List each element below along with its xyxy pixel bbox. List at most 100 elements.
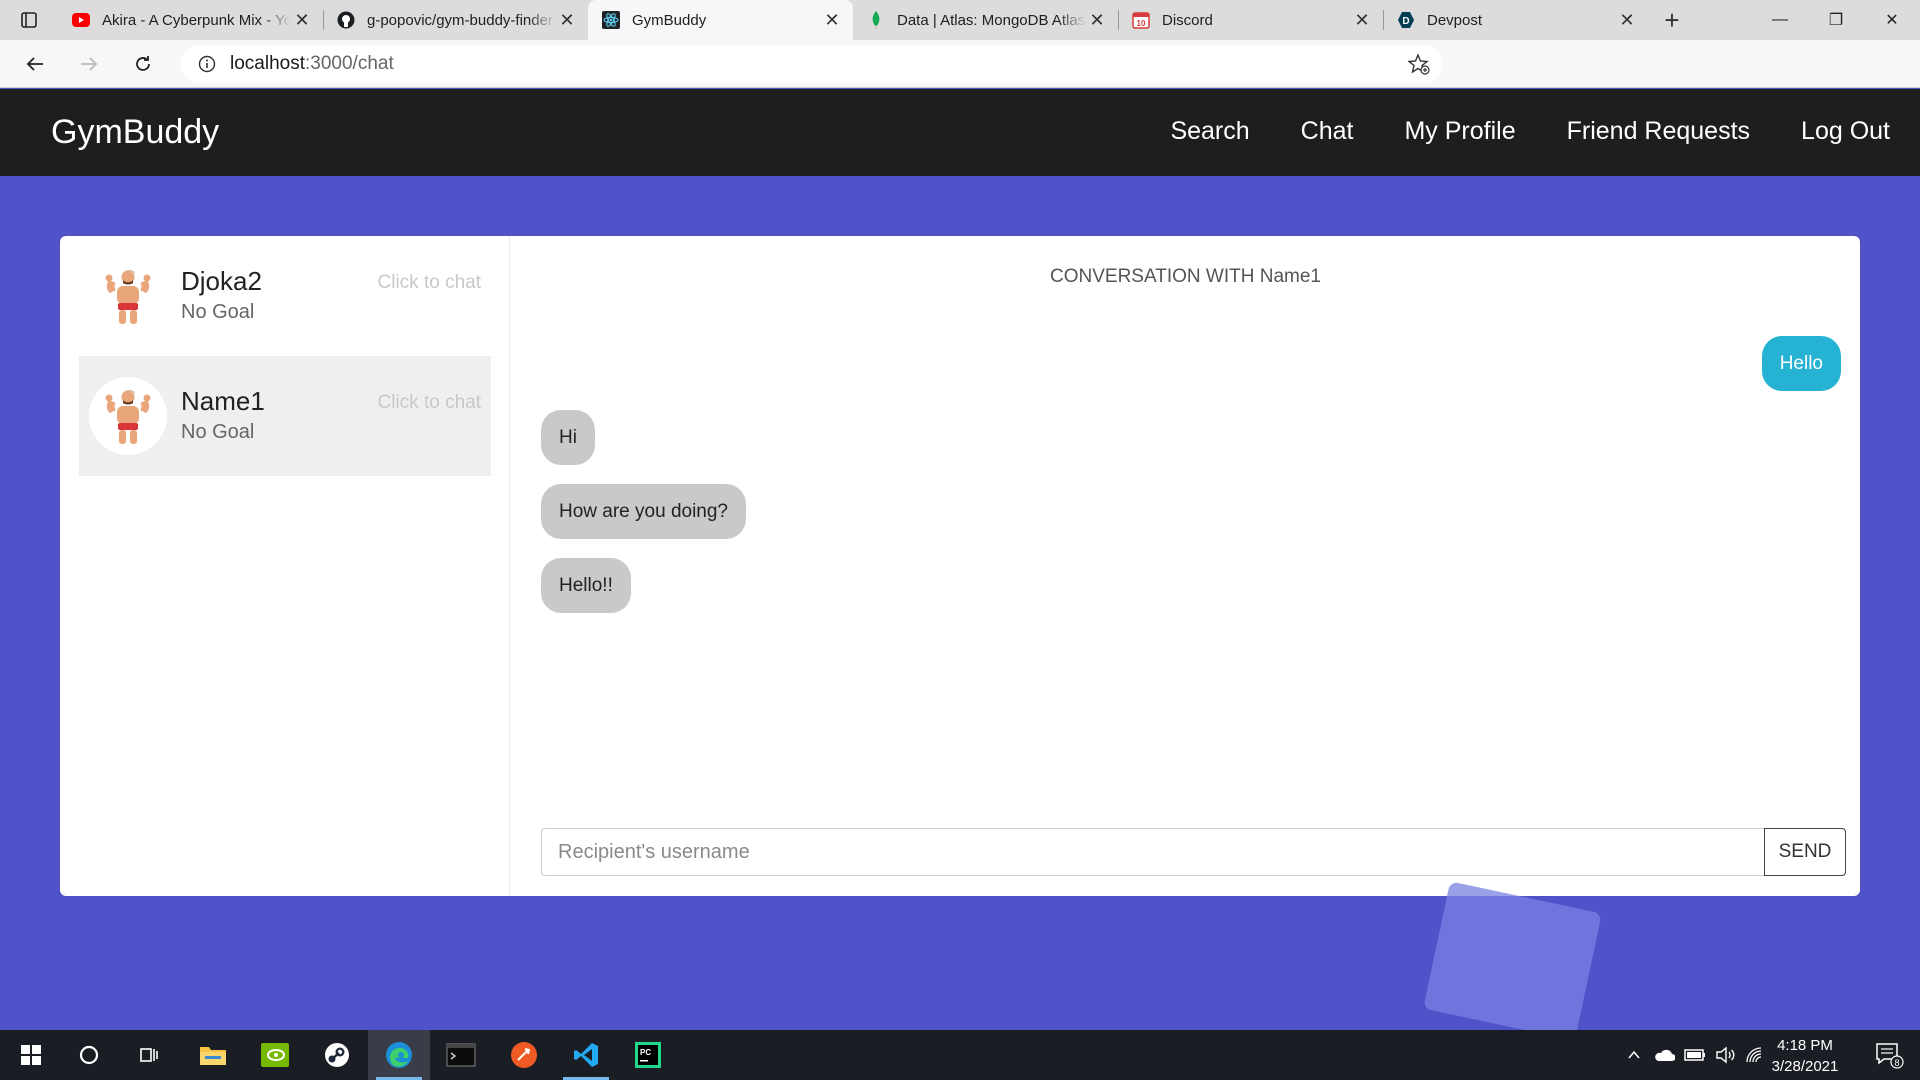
contact-item[interactable]: Djoka2 No Goal Click to chat	[79, 236, 491, 356]
browser-tab-devpost[interactable]: D Devpost ✕	[1383, 0, 1648, 40]
nav-chat-link[interactable]: Chat	[1301, 117, 1354, 146]
nvidia-icon	[261, 1043, 289, 1067]
contact-item-selected[interactable]: Name1 No Goal Click to chat	[79, 356, 491, 476]
browser-tab-youtube[interactable]: Akira - A Cyberpunk Mix - YouTube ✕	[58, 0, 323, 40]
tab-title: g-popovic/gym-buddy-finder	[367, 11, 553, 29]
chat-card: Djoka2 No Goal Click to chat Name1 No Go…	[60, 236, 1860, 896]
mongodb-leaf-icon	[867, 11, 885, 29]
volume-tray[interactable]	[1712, 1030, 1738, 1080]
chevron-up-icon	[1628, 1050, 1640, 1059]
calendar-badge: 10	[1137, 19, 1146, 28]
task-view-button[interactable]	[118, 1030, 180, 1080]
cortana-circle-icon	[79, 1045, 99, 1065]
app-navbar: GymBuddy Search Chat My Profile Friend R…	[0, 89, 1920, 176]
notification-icon: 8	[1876, 1043, 1904, 1069]
contact-name: Name1	[181, 386, 265, 416]
browser-tab-gymbuddy[interactable]: GymBuddy ✕	[588, 0, 853, 40]
strongman-avatar-icon	[105, 390, 151, 444]
github-icon	[337, 11, 355, 29]
conversation-title: CONVERSATION WITH Name1	[1050, 266, 1321, 287]
close-window-button[interactable]: ✕	[1864, 0, 1920, 40]
start-button[interactable]	[0, 1030, 62, 1080]
terminal-button[interactable]	[430, 1030, 492, 1080]
tab-actions-icon	[21, 12, 37, 28]
tab-title: Data | Atlas: MongoDB Atlas	[897, 11, 1086, 29]
close-tab-icon[interactable]: ✕	[821, 9, 843, 31]
clock-time: 4:18 PM	[1777, 1037, 1833, 1054]
forward-arrow-icon	[81, 56, 98, 71]
refresh-button[interactable]	[116, 40, 170, 88]
message-bubble-outgoing: Hello	[1761, 336, 1841, 391]
windows-logo-icon	[21, 1045, 41, 1065]
message-input[interactable]	[542, 829, 1764, 875]
devpost-letter: D	[1402, 16, 1409, 27]
window-controls: — ❐ ✕	[1752, 0, 1920, 40]
close-tab-icon[interactable]: ✕	[1616, 9, 1638, 31]
back-button[interactable]	[8, 40, 62, 88]
windows-taskbar: PC 4:18 PM 3/28/2021 8	[0, 1030, 1920, 1080]
devpost-icon: D	[1397, 11, 1415, 29]
site-info-icon[interactable]	[198, 55, 216, 73]
onedrive-tray[interactable]	[1650, 1030, 1678, 1080]
edge-taskbar-button[interactable]	[368, 1030, 430, 1080]
browser-tab-github[interactable]: g-popovic/gym-buddy-finder ✕	[323, 0, 588, 40]
message-bubble-incoming: Hi	[541, 410, 595, 465]
browser-tab-discord[interactable]: 10 Discord ✕	[1118, 0, 1383, 40]
speaker-icon	[1716, 1046, 1735, 1064]
strongman-avatar-icon	[105, 270, 151, 324]
battery-icon	[1684, 1049, 1705, 1061]
show-hidden-icons[interactable]	[1622, 1030, 1646, 1080]
background-decoration	[1423, 881, 1602, 1041]
pycharm-icon: PC	[635, 1042, 661, 1068]
steam-button[interactable]	[306, 1030, 368, 1080]
tab-title: Discord	[1162, 11, 1213, 29]
refresh-icon	[136, 55, 150, 71]
message-bubble-incoming: Hello!!	[541, 558, 631, 613]
nav-search-link[interactable]: Search	[1170, 117, 1249, 146]
back-arrow-icon	[26, 56, 43, 71]
contact-list: Djoka2 No Goal Click to chat Name1 No Go…	[60, 236, 510, 896]
address-bar[interactable]: localhost:3000/chat	[180, 45, 1442, 83]
browser-tab-strip: Akira - A Cyberpunk Mix - YouTube ✕ g-po…	[0, 0, 1920, 40]
terminal-icon	[446, 1043, 476, 1067]
battery-tray[interactable]	[1682, 1030, 1708, 1080]
brand-logo[interactable]: GymBuddy	[51, 113, 219, 152]
nav-profile-link[interactable]: My Profile	[1404, 117, 1515, 146]
send-button[interactable]: SEND	[1764, 828, 1846, 876]
url-path: :3000/chat	[305, 53, 394, 74]
close-tab-icon[interactable]: ✕	[1351, 9, 1373, 31]
close-tab-icon[interactable]: ✕	[556, 9, 578, 31]
forward-button[interactable]	[62, 40, 116, 88]
nvidia-button[interactable]	[244, 1030, 306, 1080]
notification-center-button[interactable]: 8	[1864, 1030, 1914, 1080]
svg-text:PC: PC	[640, 1048, 651, 1057]
restore-button[interactable]: ❐	[1808, 0, 1864, 40]
tab-actions-button[interactable]	[0, 0, 58, 40]
cortana-button[interactable]	[58, 1030, 120, 1080]
minimize-button[interactable]: —	[1752, 0, 1808, 40]
pycharm-button[interactable]: PC	[617, 1030, 679, 1080]
steam-icon	[325, 1043, 349, 1067]
vscode-button[interactable]	[555, 1030, 617, 1080]
notification-count: 8	[1894, 1058, 1899, 1068]
add-favorite-icon[interactable]	[1407, 53, 1430, 81]
file-explorer-button[interactable]	[182, 1030, 244, 1080]
browser-tab-mongodb[interactable]: Data | Atlas: MongoDB Atlas ✕	[853, 0, 1118, 40]
postman-button[interactable]	[493, 1030, 555, 1080]
click-to-chat-hint: Click to chat	[377, 392, 481, 413]
nav-logout-link[interactable]: Log Out	[1801, 117, 1890, 146]
tab-title: Akira - A Cyberpunk Mix - YouTube	[102, 11, 291, 29]
react-icon	[602, 11, 620, 29]
postman-icon	[511, 1042, 537, 1068]
tab-title: Devpost	[1427, 11, 1483, 29]
system-clock[interactable]: 4:18 PM 3/28/2021	[1760, 1035, 1850, 1077]
nav-friend-requests-link[interactable]: Friend Requests	[1567, 117, 1750, 146]
folder-icon	[200, 1047, 226, 1065]
close-tab-icon[interactable]: ✕	[1086, 9, 1108, 31]
message-bubble-incoming: How are you doing?	[541, 484, 746, 539]
new-tab-button[interactable]: +	[1648, 0, 1696, 40]
nav-links: Search Chat My Profile Friend Requests L…	[1119, 117, 1890, 146]
close-tab-icon[interactable]: ✕	[291, 9, 313, 31]
contact-name: Djoka2	[181, 266, 262, 296]
click-to-chat-hint: Click to chat	[377, 272, 481, 293]
